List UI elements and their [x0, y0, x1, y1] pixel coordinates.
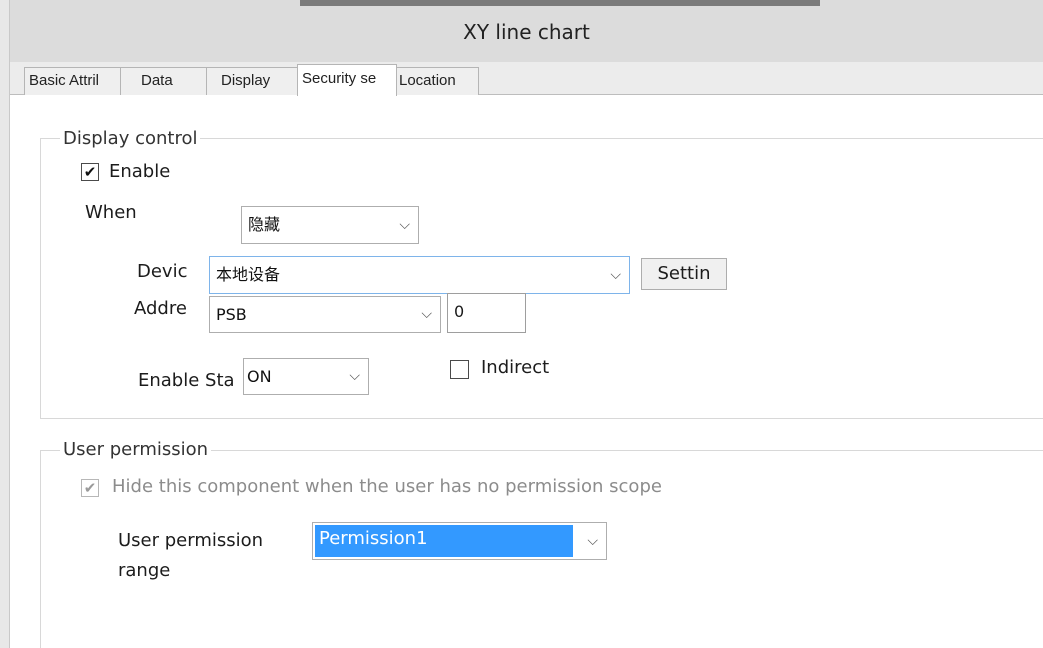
settings-button[interactable]: Settin: [641, 258, 727, 290]
chevron-down-icon: ⌵: [610, 267, 621, 283]
hide-component-label: Hide this component when the user has no…: [112, 476, 662, 497]
enable-state-label: Enable Sta: [138, 370, 235, 391]
address-input[interactable]: 0: [447, 293, 526, 333]
title-bar-top-edge: [300, 0, 820, 6]
device-label: Devic: [137, 261, 188, 282]
chevron-down-icon: ⌵: [399, 217, 410, 233]
address-label: Addre: [134, 298, 187, 319]
tab-location[interactable]: Location: [396, 67, 479, 95]
check-icon: ✔: [83, 163, 97, 181]
device-select-value: 本地设备: [216, 265, 281, 284]
window-left-border: [0, 0, 10, 648]
permission-range-value: Permission1: [315, 525, 573, 557]
chevron-down-icon: ⌵: [421, 306, 432, 322]
device-select[interactable]: 本地设备 ⌵: [209, 256, 630, 294]
enable-state-select[interactable]: ON ⌵: [243, 358, 369, 395]
check-icon: ✔: [83, 479, 97, 497]
display-control-legend: Display control: [60, 128, 201, 149]
user-permission-legend: User permission: [60, 439, 212, 460]
tab-security-settings[interactable]: Security se: [297, 64, 397, 96]
hide-component-checkbox[interactable]: ✔: [81, 479, 99, 497]
address-type-select[interactable]: PSB ⌵: [209, 296, 441, 333]
permission-range-select[interactable]: Permission1 ⌵: [312, 522, 607, 560]
chevron-down-icon: ⌵: [587, 533, 598, 549]
address-type-value: PSB: [216, 305, 247, 324]
tab-display[interactable]: Display: [206, 67, 298, 95]
tab-data[interactable]: Data: [120, 67, 207, 95]
enable-checkbox[interactable]: ✔: [81, 163, 99, 181]
indirect-checkbox[interactable]: [450, 360, 469, 379]
tab-basic-attributes[interactable]: Basic Attril: [24, 67, 121, 95]
permission-range-label-line1: User permission: [118, 530, 264, 551]
indirect-label: Indirect: [481, 357, 550, 378]
when-label: When: [85, 202, 137, 223]
window-title: XY line chart: [463, 20, 590, 44]
when-select-value: 隐藏: [248, 215, 281, 234]
permission-range-label-line2: range: [118, 560, 171, 581]
chevron-down-icon: ⌵: [349, 368, 360, 384]
when-select[interactable]: 隐藏 ⌵: [241, 206, 419, 244]
enable-label: Enable: [109, 161, 171, 182]
enable-state-value: ON: [247, 367, 272, 386]
